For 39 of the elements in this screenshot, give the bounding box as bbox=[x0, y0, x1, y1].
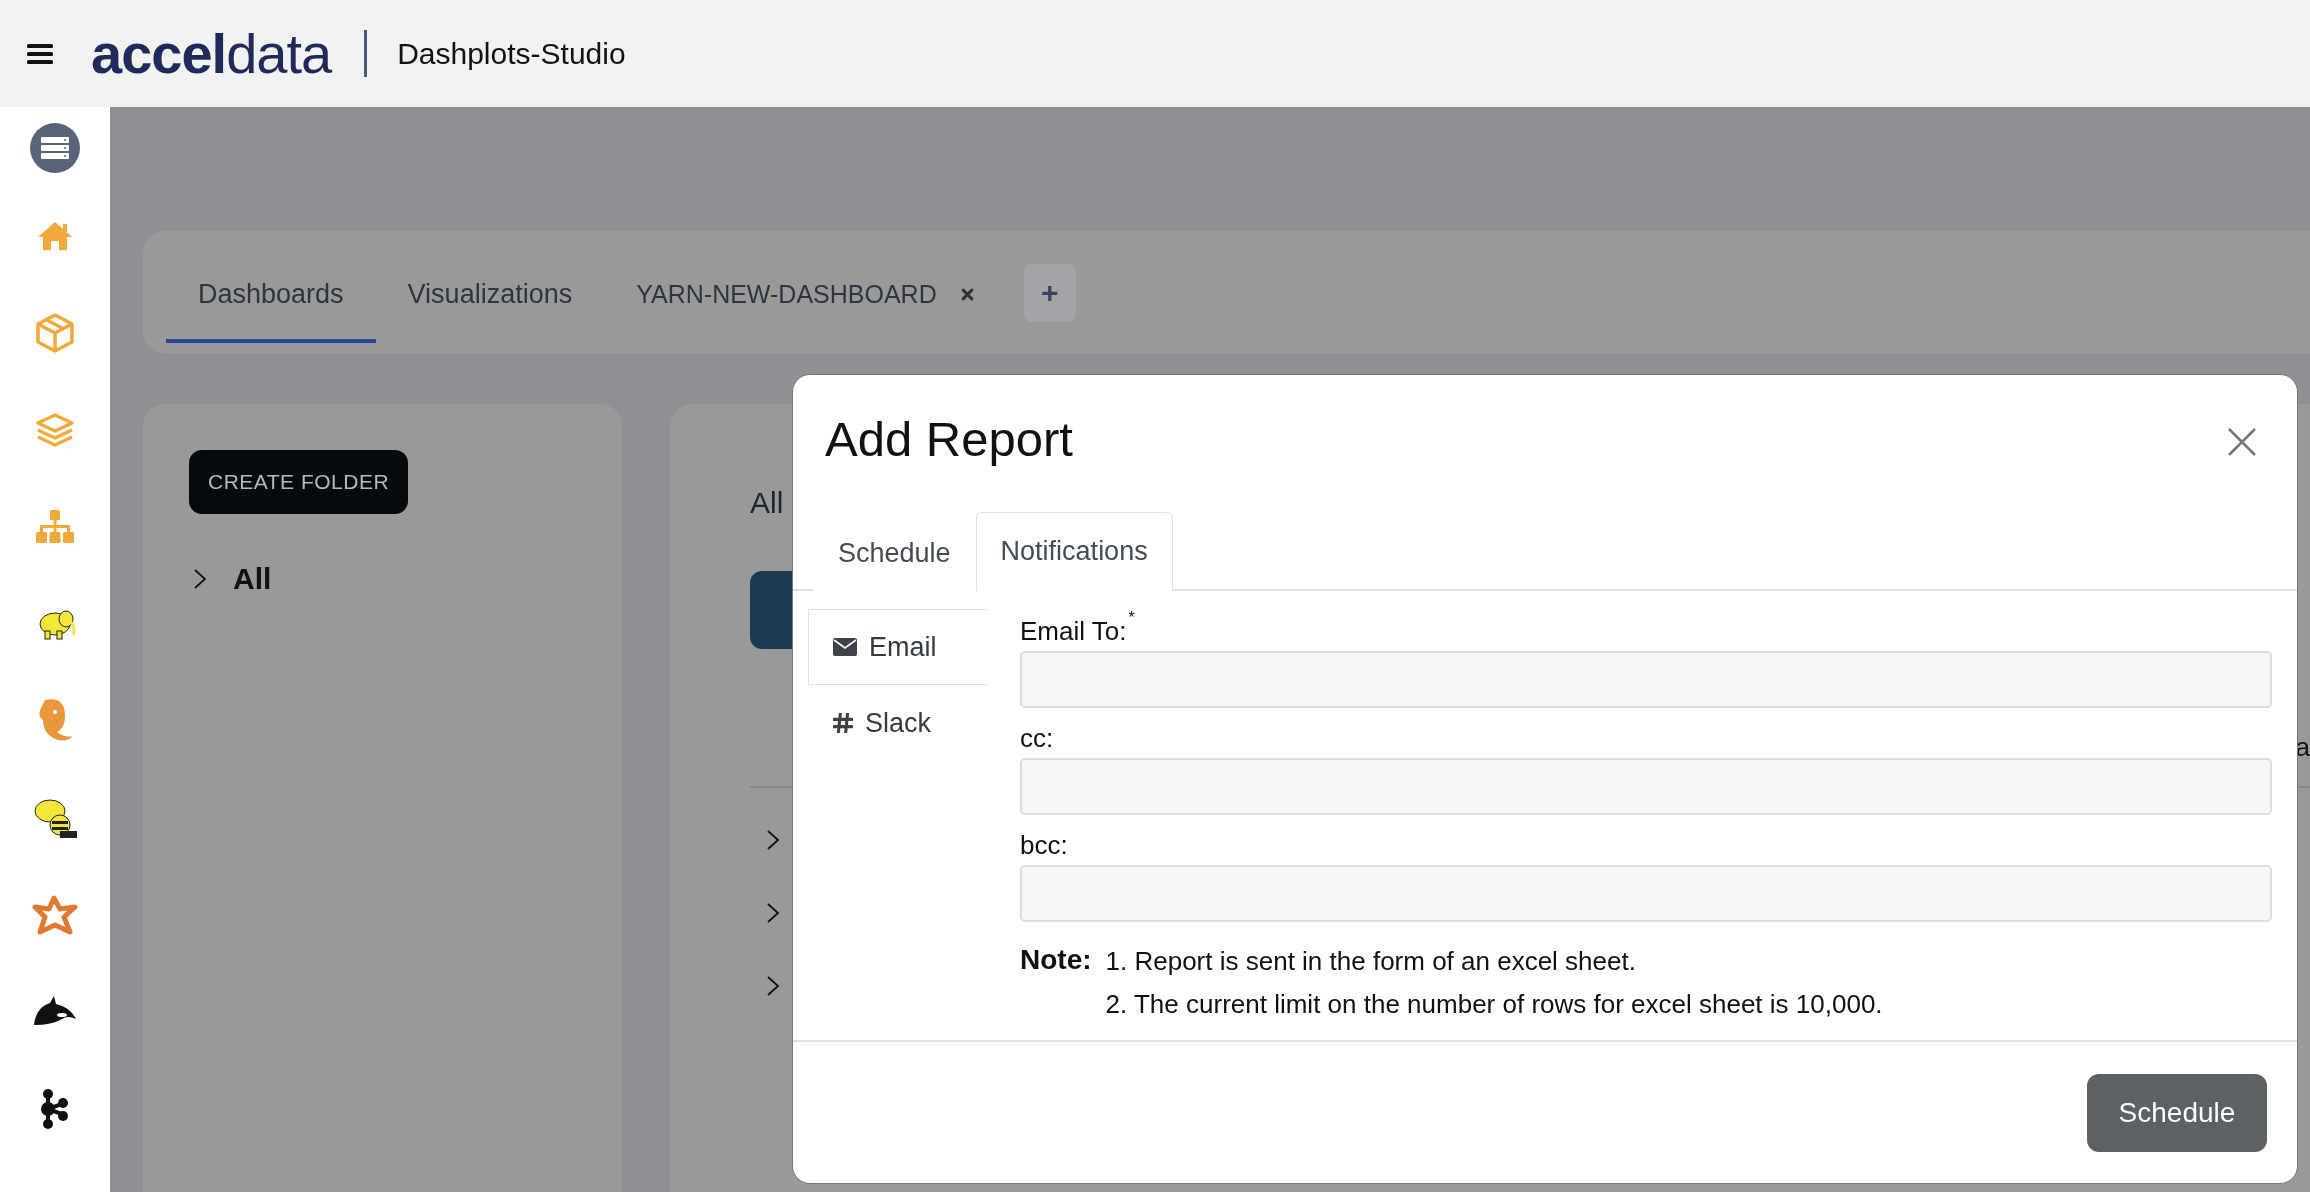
hierarchy-icon bbox=[35, 510, 75, 544]
note-text: 1. Report is sent in the form of an excel sheet. bbox=[1105, 946, 1637, 977]
box-icon bbox=[36, 313, 74, 353]
schedule-button[interactable]: Schedule bbox=[2087, 1073, 2267, 1152]
channel-tab[interactable]: Slack bbox=[808, 685, 988, 761]
chevron-right-icon[interactable] bbox=[766, 974, 780, 998]
input-field[interactable] bbox=[1020, 651, 2272, 708]
close-icon[interactable] bbox=[2227, 427, 2257, 457]
dialog-title: Add Report bbox=[825, 411, 1073, 467]
tab[interactable]: YARN-NEW-DASHBOARD bbox=[604, 250, 1006, 343]
bee-elephant-icon bbox=[32, 797, 78, 839]
envelope-icon bbox=[833, 638, 857, 656]
add-tab-button[interactable]: + bbox=[1023, 263, 1076, 322]
note-text: 2. The current limit on the number of rows for excel sheet is 10,000. bbox=[1105, 989, 1883, 1020]
field-label: cc: bbox=[1020, 722, 1055, 755]
panel-heading: All bbox=[750, 486, 784, 520]
field-label: Email To:$^{*}$ bbox=[1020, 609, 1136, 648]
home-icon bbox=[37, 221, 73, 251]
hash-icon bbox=[833, 713, 853, 733]
layers-icon bbox=[36, 413, 74, 447]
input-field[interactable] bbox=[1020, 865, 2272, 922]
server-icon bbox=[40, 136, 70, 160]
tab[interactable]: Notifications bbox=[975, 512, 1173, 591]
star-icon bbox=[32, 895, 78, 935]
tab[interactable]: Dashboards bbox=[166, 250, 376, 343]
chevron-right-icon[interactable] bbox=[766, 828, 780, 852]
nodes-icon bbox=[40, 1089, 70, 1129]
tab[interactable]: Visualizations bbox=[375, 250, 605, 343]
logo: acceldata bbox=[91, 21, 332, 86]
channel-tab[interactable]: Email bbox=[808, 609, 988, 685]
note-label: Note: bbox=[1020, 944, 1092, 977]
field-label: bcc: bbox=[1020, 829, 1069, 862]
menu-icon[interactable] bbox=[27, 43, 53, 64]
chevron-right-icon[interactable] bbox=[766, 901, 780, 925]
input-field[interactable] bbox=[1020, 758, 2272, 815]
close-icon[interactable] bbox=[960, 288, 974, 301]
app-title: Dashplots-Studio bbox=[397, 36, 626, 71]
create-folder-button[interactable]: CREATE FOLDER bbox=[189, 450, 409, 514]
folder-item[interactable]: All bbox=[193, 562, 622, 596]
